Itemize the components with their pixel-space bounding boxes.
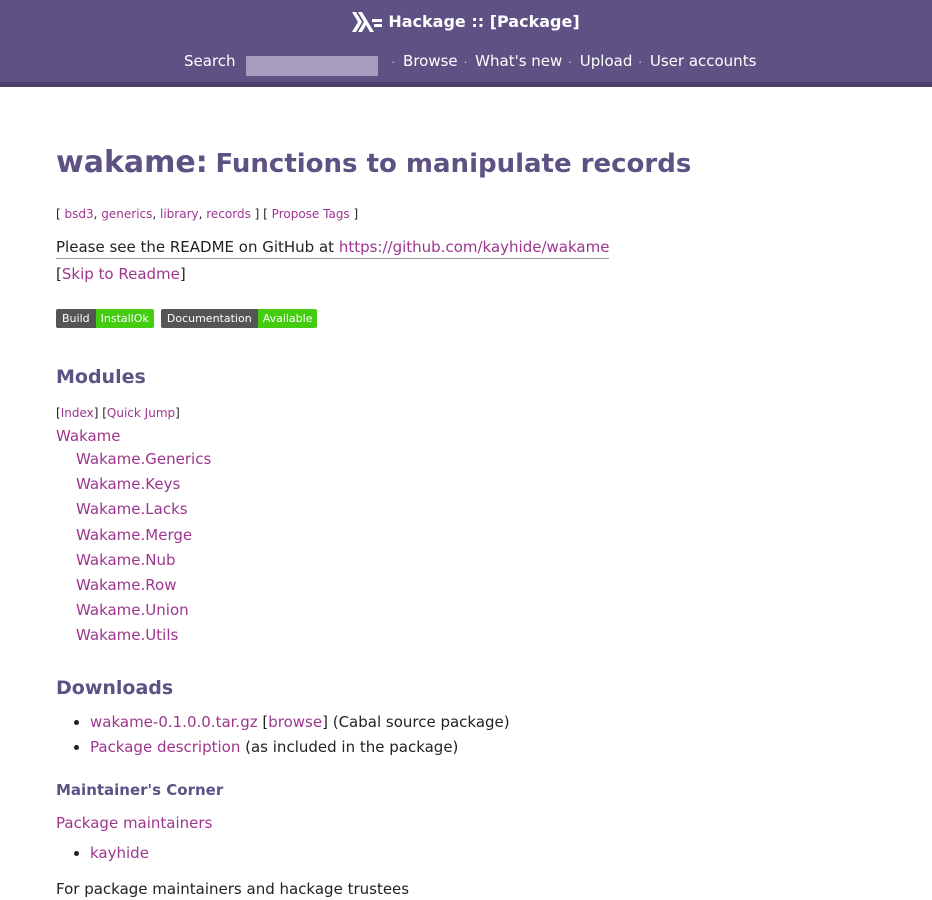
package-description: Please see the README on GitHub at https…: [56, 236, 876, 259]
package-name: wakame: [56, 145, 196, 180]
haskell-logo-icon: [352, 12, 383, 32]
skip-readme-link[interactable]: Skip to Readme: [62, 265, 180, 283]
nav-browse-link[interactable]: Browse: [403, 52, 458, 70]
list-item: kayhide: [90, 842, 876, 864]
module-link[interactable]: Wakame.Union: [76, 601, 189, 619]
maintainer-list: kayhide: [56, 842, 876, 864]
module-link[interactable]: Wakame.Nub: [76, 551, 176, 569]
skip-readme: [Skip to Readme]: [56, 265, 186, 283]
tag-link-generics[interactable]: generics: [101, 207, 152, 221]
maintainer-note: For package maintainers and hackage trus…: [56, 879, 410, 898]
main-content: wakame: Functions to manipulate records …: [56, 87, 876, 900]
tarball-link[interactable]: wakame-0.1.0.0.tar.gz: [90, 713, 258, 731]
site-title: Hackage :: [Package]: [388, 12, 580, 31]
list-item: Package description (as included in the …: [90, 735, 876, 760]
module-index-link[interactable]: Index: [61, 406, 94, 420]
github-link[interactable]: https://github.com/kayhide/wakame: [339, 238, 610, 256]
package-maintainers-link[interactable]: Package maintainers: [56, 814, 212, 832]
modules-heading: Modules: [56, 366, 146, 388]
tag-link-records[interactable]: records: [206, 207, 251, 221]
status-badges: Build InstallOk Documentation Available: [56, 307, 876, 328]
quick-jump-link[interactable]: Quick Jump: [107, 406, 175, 420]
downloads-heading: Downloads: [56, 676, 174, 699]
module-index-links: [Index] [Quick Jump]: [56, 406, 180, 420]
site-logo[interactable]: Hackage :: [Package]: [0, 10, 932, 34]
package-synopsis: Functions to manipulate records: [215, 149, 692, 179]
tag-list: [ bsd3, generics, library, records ] [ P…: [56, 207, 359, 221]
site-header: Hackage :: [Package] Search · Browse · What'…: [0, 0, 932, 87]
module-link[interactable]: Wakame.Generics: [76, 450, 211, 468]
module-link[interactable]: Wakame.Merge: [76, 526, 192, 544]
search-input[interactable]: [245, 55, 378, 76]
tag-link-bsd3[interactable]: bsd3: [65, 207, 94, 221]
module-link[interactable]: Wakame.Utils: [76, 626, 178, 644]
module-link[interactable]: Wakame.Keys: [76, 475, 180, 493]
tag-link-library[interactable]: library: [160, 207, 199, 221]
maintainers-corner-heading: Maintainer's Corner: [56, 780, 224, 799]
package-description-link[interactable]: Package description: [90, 738, 240, 756]
page-title: wakame: Functions to manipulate records: [56, 145, 692, 180]
module-link[interactable]: Wakame.Lacks: [76, 500, 188, 518]
list-item: wakame-0.1.0.0.tar.gz [browse] (Cabal so…: [90, 710, 876, 735]
documentation-status-badge[interactable]: Documentation Available: [160, 309, 318, 328]
module-link[interactable]: Wakame: [56, 427, 121, 445]
browse-source-link[interactable]: browse: [268, 713, 322, 731]
propose-tags-link[interactable]: Propose Tags: [272, 207, 350, 221]
nav-upload-link[interactable]: Upload: [580, 52, 633, 70]
top-nav: Search · Browse · What's new · Upload · User acc…: [184, 50, 756, 76]
maintainer-link[interactable]: kayhide: [90, 844, 149, 862]
nav-whats-new-link[interactable]: What's new: [475, 52, 562, 70]
build-status-badge[interactable]: Build InstallOk: [56, 309, 154, 328]
module-list: Wakame Wakame.Generics Wakame.Keys Wakam…: [56, 425, 876, 649]
nav-user-accounts-link[interactable]: User accounts: [650, 52, 757, 70]
download-list: wakame-0.1.0.0.tar.gz [browse] (Cabal so…: [56, 710, 876, 760]
module-link[interactable]: Wakame.Row: [76, 576, 176, 594]
search-label: Search: [184, 52, 236, 70]
